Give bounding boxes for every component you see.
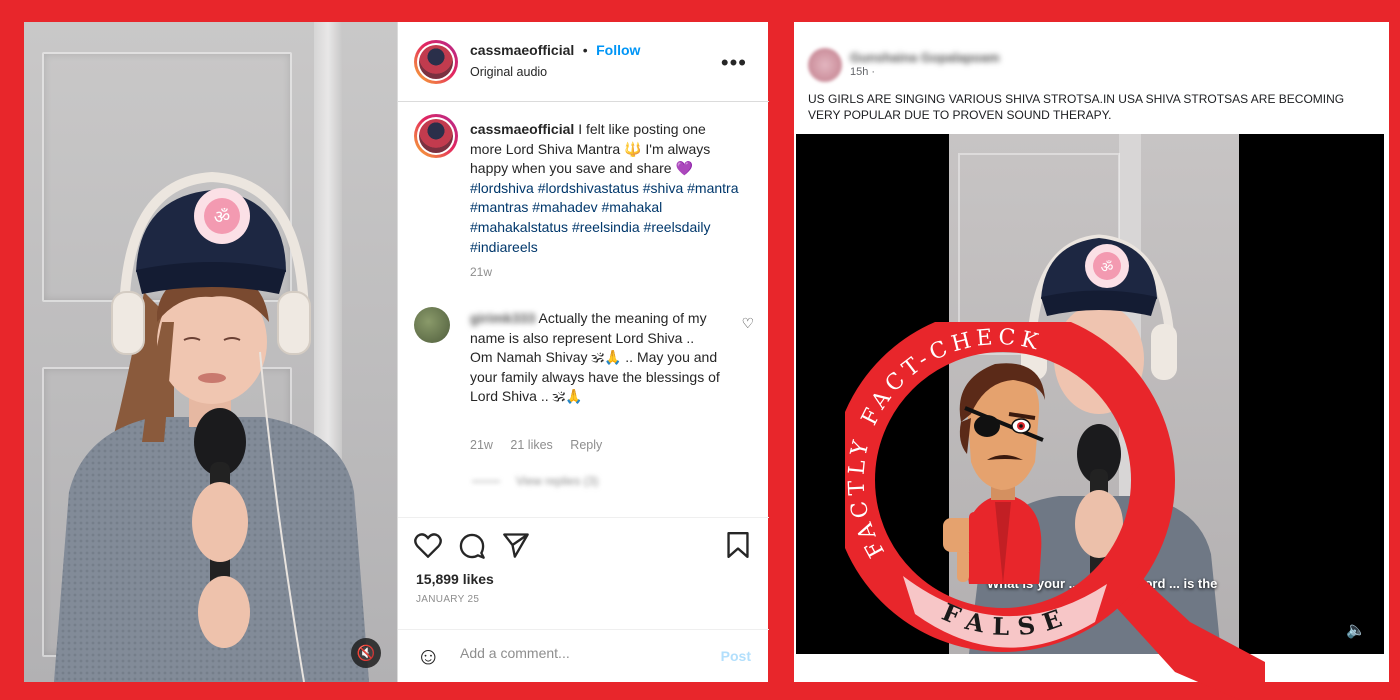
comment-timestamp[interactable]: 21w <box>470 438 493 452</box>
caption-avatar[interactable] <box>414 114 458 158</box>
mascot-character <box>943 363 1045 584</box>
profile-avatar[interactable] <box>414 40 458 84</box>
caption-hashtags[interactable]: #lordshiva #lordshivastatus #shiva #mant… <box>470 180 738 255</box>
instagram-post: ॐ 🔇 cassmaeofficial • Follow Original au… <box>24 22 769 682</box>
header-name-row: cassmaeofficial • Follow <box>470 42 640 60</box>
like-heart-icon[interactable] <box>414 532 442 558</box>
comment-input[interactable] <box>460 645 700 661</box>
instagram-video[interactable]: ॐ 🔇 <box>24 22 397 682</box>
comment-meta: 21w 21 likes Reply <box>470 438 616 452</box>
fb-mute-icon[interactable]: 🔈 <box>1346 620 1366 640</box>
svg-text:ॐ: ॐ <box>214 207 230 228</box>
audio-label[interactable]: Original audio <box>470 65 547 79</box>
comment-bubble-icon[interactable] <box>458 532 486 560</box>
more-options-icon[interactable]: ••• <box>721 50 747 76</box>
fb-profile-name[interactable]: Gunshaina Gopalapoam <box>850 50 1000 65</box>
instagram-sidebar: cassmaeofficial • Follow Original audio … <box>397 22 769 682</box>
likes-count[interactable]: 15,899 likes <box>416 571 494 587</box>
fb-profile-avatar[interactable] <box>808 48 842 82</box>
commenter-avatar[interactable] <box>414 307 450 343</box>
mute-toggle-icon[interactable]: 🔇 <box>351 638 381 668</box>
post-comment-button[interactable]: Post <box>721 648 751 664</box>
dot-separator: • <box>582 42 588 58</box>
commenter-username[interactable]: girimk333 <box>470 310 535 326</box>
comment-text-block: girimk333 Actually the meaning of my nam… <box>470 309 720 407</box>
reply-button[interactable]: Reply <box>570 438 602 452</box>
post-header: cassmaeofficial • Follow Original audio … <box>398 22 769 102</box>
post-date: JANUARY 25 <box>416 594 480 605</box>
comment-likes[interactable]: 21 likes <box>510 438 552 452</box>
add-comment-bar: ☺ Post <box>398 629 769 682</box>
emoji-picker-icon[interactable]: ☺ <box>416 643 441 671</box>
view-replies-link[interactable]: View replies (3) <box>472 474 598 488</box>
share-send-icon[interactable] <box>502 532 530 558</box>
save-bookmark-icon[interactable] <box>726 532 750 558</box>
follow-button[interactable]: Follow <box>596 42 640 58</box>
view-replies-label: View replies (3) <box>516 474 599 488</box>
like-comment-heart-icon[interactable]: ♡ <box>741 315 754 332</box>
fb-post-text: US GIRLS ARE SINGING VARIOUS SHIVA STROT… <box>808 92 1345 122</box>
post-caption: cassmaeofficial I felt like posting one … <box>470 120 740 283</box>
post-actions: 15,899 likes JANUARY 25 <box>398 517 769 629</box>
singer-illustration: ॐ <box>54 171 369 682</box>
caption-timestamp[interactable]: 21w <box>470 263 740 283</box>
username-link[interactable]: cassmaeofficial <box>470 42 574 58</box>
caption-username[interactable]: cassmaeofficial <box>470 121 574 137</box>
fb-post-time[interactable]: 15h · <box>850 66 875 78</box>
factly-fact-check-stamp: FACTLY FACT-CHECK FALSE <box>845 322 1265 700</box>
svg-text:ॐ: ॐ <box>1101 260 1114 276</box>
